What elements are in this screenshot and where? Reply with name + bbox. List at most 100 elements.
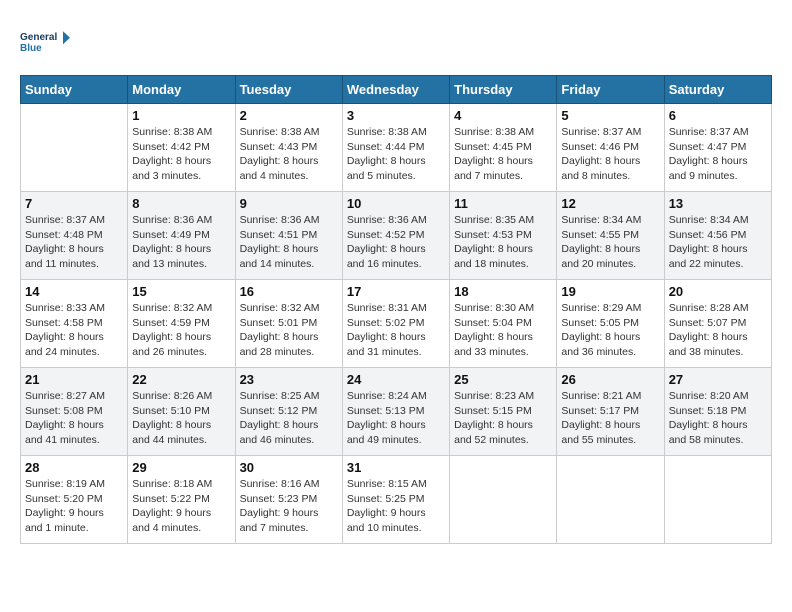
day-info: Sunrise: 8:34 AM Sunset: 4:55 PM Dayligh… xyxy=(561,213,659,272)
calendar-cell: 30 Sunrise: 8:16 AM Sunset: 5:23 PM Dayli… xyxy=(235,456,342,544)
day-info: Sunrise: 8:32 AM Sunset: 4:59 PM Dayligh… xyxy=(132,301,230,360)
calendar-week-row: 28 Sunrise: 8:19 AM Sunset: 5:20 PM Dayli… xyxy=(21,456,772,544)
calendar-cell xyxy=(557,456,664,544)
day-number: 29 xyxy=(132,460,230,475)
day-number: 20 xyxy=(669,284,767,299)
column-header-saturday: Saturday xyxy=(664,76,771,104)
day-number: 18 xyxy=(454,284,552,299)
svg-text:Blue: Blue xyxy=(20,43,42,54)
calendar-cell: 1 Sunrise: 8:38 AM Sunset: 4:42 PM Daylig… xyxy=(128,104,235,192)
calendar-cell: 7 Sunrise: 8:37 AM Sunset: 4:48 PM Daylig… xyxy=(21,192,128,280)
day-number: 15 xyxy=(132,284,230,299)
calendar-cell: 4 Sunrise: 8:38 AM Sunset: 4:45 PM Daylig… xyxy=(450,104,557,192)
day-number: 7 xyxy=(25,196,123,211)
day-info: Sunrise: 8:15 AM Sunset: 5:25 PM Dayligh… xyxy=(347,477,445,536)
day-info: Sunrise: 8:35 AM Sunset: 4:53 PM Dayligh… xyxy=(454,213,552,272)
day-info: Sunrise: 8:37 AM Sunset: 4:48 PM Dayligh… xyxy=(25,213,123,272)
day-number: 13 xyxy=(669,196,767,211)
calendar-cell xyxy=(450,456,557,544)
calendar-cell: 6Sunrise: 8:37 AM Sunset: 4:47 PM Daylig… xyxy=(664,104,771,192)
day-info: Sunrise: 8:38 AM Sunset: 4:42 PM Dayligh… xyxy=(132,125,230,184)
calendar-week-row: 21 Sunrise: 8:27 AM Sunset: 5:08 PM Dayli… xyxy=(21,368,772,456)
day-info: Sunrise: 8:36 AM Sunset: 4:49 PM Dayligh… xyxy=(132,213,230,272)
day-number: 30 xyxy=(240,460,338,475)
day-number: 8 xyxy=(132,196,230,211)
day-number: 23 xyxy=(240,372,338,387)
day-info: Sunrise: 8:38 AM Sunset: 4:43 PM Dayligh… xyxy=(240,125,338,184)
day-number: 21 xyxy=(25,372,123,387)
day-info: Sunrise: 8:29 AM Sunset: 5:05 PM Dayligh… xyxy=(561,301,659,360)
calendar-cell: 2 Sunrise: 8:38 AM Sunset: 4:43 PM Daylig… xyxy=(235,104,342,192)
calendar-cell: 18 Sunrise: 8:30 AM Sunset: 5:04 PM Dayli… xyxy=(450,280,557,368)
calendar-cell xyxy=(21,104,128,192)
day-number: 12 xyxy=(561,196,659,211)
day-number: 19 xyxy=(561,284,659,299)
column-header-sunday: Sunday xyxy=(21,76,128,104)
day-number: 10 xyxy=(347,196,445,211)
column-header-friday: Friday xyxy=(557,76,664,104)
calendar-cell: 12 Sunrise: 8:34 AM Sunset: 4:55 PM Dayli… xyxy=(557,192,664,280)
day-number: 4 xyxy=(454,108,552,123)
day-number: 26 xyxy=(561,372,659,387)
day-info: Sunrise: 8:36 AM Sunset: 4:51 PM Dayligh… xyxy=(240,213,338,272)
calendar-cell: 14 Sunrise: 8:33 AM Sunset: 4:58 PM Dayli… xyxy=(21,280,128,368)
logo: General Blue xyxy=(20,20,70,65)
day-number: 3 xyxy=(347,108,445,123)
day-info: Sunrise: 8:21 AM Sunset: 5:17 PM Dayligh… xyxy=(561,389,659,448)
calendar-cell: 31Sunrise: 8:15 AM Sunset: 5:25 PM Dayli… xyxy=(342,456,449,544)
day-number: 2 xyxy=(240,108,338,123)
calendar-cell: 24 Sunrise: 8:24 AM Sunset: 5:13 PM Dayli… xyxy=(342,368,449,456)
day-info: Sunrise: 8:37 AM Sunset: 4:46 PM Dayligh… xyxy=(561,125,659,184)
calendar-week-row: 14 Sunrise: 8:33 AM Sunset: 4:58 PM Dayli… xyxy=(21,280,772,368)
calendar-cell: 28 Sunrise: 8:19 AM Sunset: 5:20 PM Dayli… xyxy=(21,456,128,544)
column-header-wednesday: Wednesday xyxy=(342,76,449,104)
day-info: Sunrise: 8:38 AM Sunset: 4:44 PM Dayligh… xyxy=(347,125,445,184)
day-number: 25 xyxy=(454,372,552,387)
calendar-cell: 22 Sunrise: 8:26 AM Sunset: 5:10 PM Dayli… xyxy=(128,368,235,456)
day-number: 6 xyxy=(669,108,767,123)
calendar-cell: 29 Sunrise: 8:18 AM Sunset: 5:22 PM Dayli… xyxy=(128,456,235,544)
day-number: 16 xyxy=(240,284,338,299)
day-number: 11 xyxy=(454,196,552,211)
calendar-week-row: 1 Sunrise: 8:38 AM Sunset: 4:42 PM Daylig… xyxy=(21,104,772,192)
calendar-cell: 21 Sunrise: 8:27 AM Sunset: 5:08 PM Dayli… xyxy=(21,368,128,456)
svg-text:General: General xyxy=(20,32,57,43)
day-info: Sunrise: 8:32 AM Sunset: 5:01 PM Dayligh… xyxy=(240,301,338,360)
day-info: Sunrise: 8:38 AM Sunset: 4:45 PM Dayligh… xyxy=(454,125,552,184)
day-info: Sunrise: 8:16 AM Sunset: 5:23 PM Dayligh… xyxy=(240,477,338,536)
calendar-cell: 23Sunrise: 8:25 AM Sunset: 5:12 PM Dayli… xyxy=(235,368,342,456)
calendar-cell: 15 Sunrise: 8:32 AM Sunset: 4:59 PM Dayli… xyxy=(128,280,235,368)
calendar-cell: 13 Sunrise: 8:34 AM Sunset: 4:56 PM Dayli… xyxy=(664,192,771,280)
day-number: 1 xyxy=(132,108,230,123)
day-info: Sunrise: 8:24 AM Sunset: 5:13 PM Dayligh… xyxy=(347,389,445,448)
calendar-cell: 19 Sunrise: 8:29 AM Sunset: 5:05 PM Dayli… xyxy=(557,280,664,368)
calendar-cell: 5 Sunrise: 8:37 AM Sunset: 4:46 PM Daylig… xyxy=(557,104,664,192)
page-header: General Blue xyxy=(20,20,772,65)
day-info: Sunrise: 8:33 AM Sunset: 4:58 PM Dayligh… xyxy=(25,301,123,360)
day-info: Sunrise: 8:27 AM Sunset: 5:08 PM Dayligh… xyxy=(25,389,123,448)
day-number: 22 xyxy=(132,372,230,387)
day-number: 5 xyxy=(561,108,659,123)
day-info: Sunrise: 8:30 AM Sunset: 5:04 PM Dayligh… xyxy=(454,301,552,360)
day-info: Sunrise: 8:36 AM Sunset: 4:52 PM Dayligh… xyxy=(347,213,445,272)
day-info: Sunrise: 8:28 AM Sunset: 5:07 PM Dayligh… xyxy=(669,301,767,360)
day-info: Sunrise: 8:20 AM Sunset: 5:18 PM Dayligh… xyxy=(669,389,767,448)
day-info: Sunrise: 8:26 AM Sunset: 5:10 PM Dayligh… xyxy=(132,389,230,448)
day-number: 27 xyxy=(669,372,767,387)
day-info: Sunrise: 8:34 AM Sunset: 4:56 PM Dayligh… xyxy=(669,213,767,272)
column-header-tuesday: Tuesday xyxy=(235,76,342,104)
calendar-cell xyxy=(664,456,771,544)
day-number: 24 xyxy=(347,372,445,387)
day-info: Sunrise: 8:19 AM Sunset: 5:20 PM Dayligh… xyxy=(25,477,123,536)
day-info: Sunrise: 8:18 AM Sunset: 5:22 PM Dayligh… xyxy=(132,477,230,536)
calendar-week-row: 7 Sunrise: 8:37 AM Sunset: 4:48 PM Daylig… xyxy=(21,192,772,280)
calendar-cell: 17Sunrise: 8:31 AM Sunset: 5:02 PM Dayli… xyxy=(342,280,449,368)
calendar-table: SundayMondayTuesdayWednesdayThursdayFrid… xyxy=(20,75,772,544)
day-number: 9 xyxy=(240,196,338,211)
day-number: 14 xyxy=(25,284,123,299)
day-number: 28 xyxy=(25,460,123,475)
day-info: Sunrise: 8:23 AM Sunset: 5:15 PM Dayligh… xyxy=(454,389,552,448)
calendar-cell: 27 Sunrise: 8:20 AM Sunset: 5:18 PM Dayli… xyxy=(664,368,771,456)
calendar-cell: 20 Sunrise: 8:28 AM Sunset: 5:07 PM Dayli… xyxy=(664,280,771,368)
column-header-thursday: Thursday xyxy=(450,76,557,104)
